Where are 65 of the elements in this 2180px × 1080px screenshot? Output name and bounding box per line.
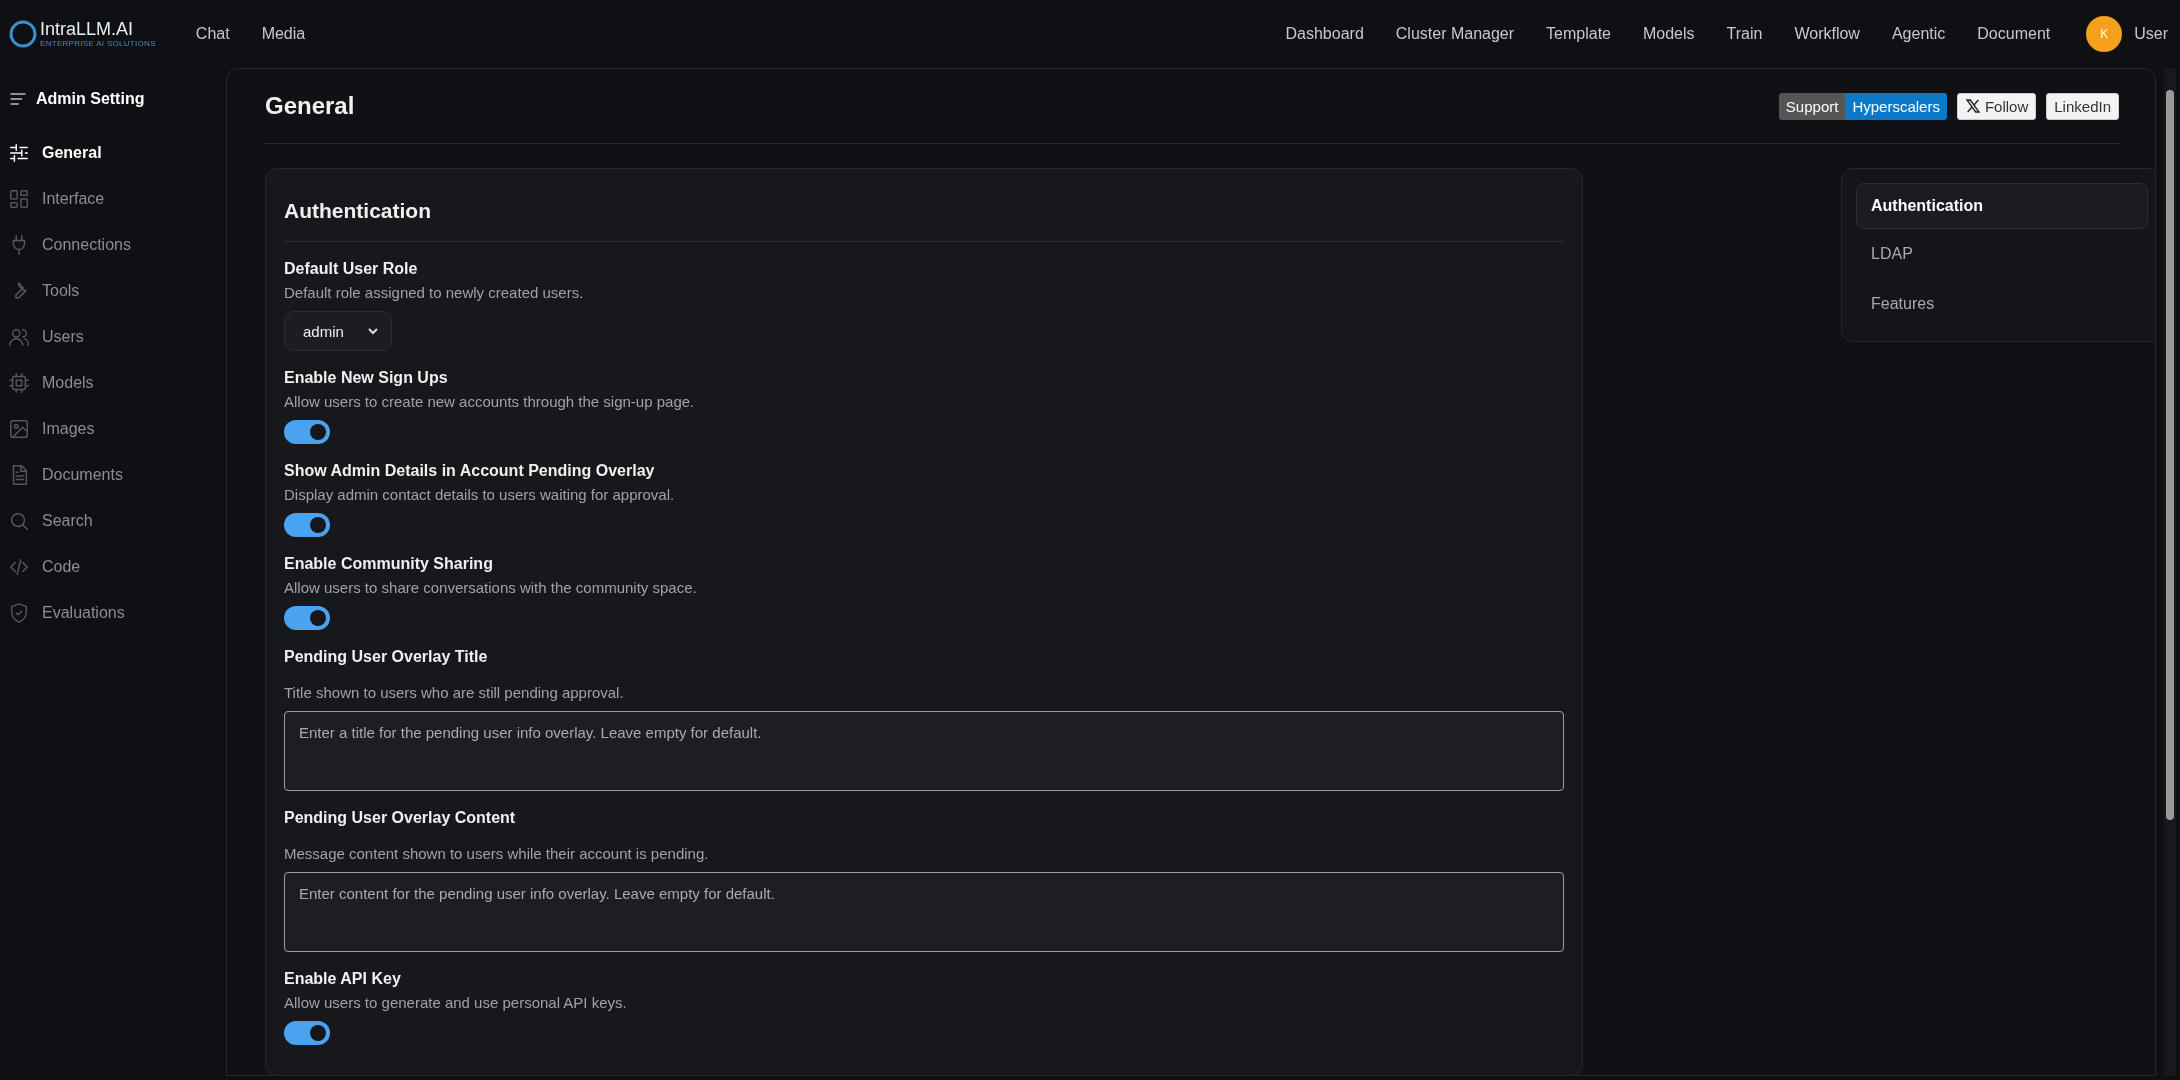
- sidebar-item[interactable]: Search: [8, 498, 226, 544]
- x-logo-icon: [1964, 98, 1981, 114]
- logo-ring-icon: [8, 19, 38, 49]
- sidebar-title: Admin Setting: [36, 90, 145, 108]
- nav-link[interactable]: Media: [261, 25, 306, 43]
- nav-link[interactable]: Cluster Manager: [1395, 25, 1515, 43]
- brand-name: IntraLLM.AI: [40, 20, 135, 38]
- sidebar-item[interactable]: Models: [8, 360, 226, 406]
- section-nav-item[interactable]: Authentication: [1856, 183, 2148, 229]
- search-icon: [8, 510, 30, 532]
- section-title: Authentication: [284, 169, 1564, 242]
- setting-description: Message content shown to users while their account is pending.: [284, 845, 710, 862]
- page-title: General: [265, 92, 355, 120]
- grid-icon: [8, 188, 30, 210]
- setting-description: Display admin contact details to users waiting for approval.: [284, 486, 676, 503]
- image-icon: [8, 418, 30, 440]
- setting-label: Pending User Overlay Content: [284, 809, 517, 827]
- scrollbar[interactable]: [2164, 68, 2176, 1076]
- shield-icon: [8, 602, 30, 624]
- text-area[interactable]: Enter content for the pending user info overlay. Leave empty for default.: [284, 872, 1564, 952]
- sidebar-item[interactable]: Interface: [8, 176, 226, 222]
- toggle-switch[interactable]: [284, 513, 330, 537]
- linkedin-button[interactable]: LinkedIn: [2046, 92, 2119, 120]
- nav-link[interactable]: Agentic: [1891, 25, 1946, 43]
- setting-description: Default role assigned to newly created users.: [284, 284, 585, 301]
- section-nav-item[interactable]: Features: [1856, 279, 2148, 329]
- follow-button[interactable]: Follow: [1956, 92, 2037, 120]
- nav-link[interactable]: Models: [1643, 25, 1695, 43]
- nav-link[interactable]: Document: [1977, 25, 2051, 43]
- setting-label: Enable API Key: [284, 970, 402, 988]
- sliders-icon: [8, 142, 30, 164]
- sidebar-item[interactable]: Images: [8, 406, 226, 452]
- nav-link[interactable]: Chat: [195, 25, 230, 43]
- chevron-down-icon: [367, 325, 379, 337]
- sidebar-item[interactable]: Code: [8, 544, 226, 590]
- setting-description: Allow users to create new accounts through the sign-up page.: [284, 393, 696, 410]
- nav-link[interactable]: Train: [1726, 25, 1763, 43]
- sidebar-item[interactable]: Connections: [8, 222, 226, 268]
- setting-description: Allow users to generate and use personal API keys.: [284, 994, 628, 1011]
- setting-label: Pending User Overlay Title: [284, 648, 489, 666]
- user-name[interactable]: User: [2134, 25, 2168, 43]
- setting-label: Enable New Sign Ups: [284, 369, 449, 387]
- toggle-switch[interactable]: [284, 1021, 330, 1045]
- setting-description: Title shown to users who are still pending approval.: [284, 684, 625, 701]
- setting-label: Enable Community Sharing: [284, 555, 494, 573]
- nav-link[interactable]: Dashboard: [1285, 25, 1364, 43]
- sidebar-item[interactable]: Users: [8, 314, 226, 360]
- setting-description: Allow users to share conversations with the community space.: [284, 579, 698, 596]
- chip-icon: [8, 372, 30, 394]
- sidebar-item[interactable]: Evaluations: [8, 590, 226, 636]
- code-icon: [8, 556, 30, 578]
- users-icon: [8, 326, 30, 348]
- toggle-switch[interactable]: [284, 606, 330, 630]
- nav-link[interactable]: Workflow: [1794, 25, 1860, 43]
- setting-label: Show Admin Details in Account Pending Overlay: [284, 462, 656, 480]
- sidebar-item[interactable]: Tools: [8, 268, 226, 314]
- brand-tagline: ENTERPRISE AI SOLUTIONS: [40, 40, 156, 48]
- section-nav-item[interactable]: LDAP: [1856, 229, 2148, 279]
- sidebar-item[interactable]: Documents: [8, 452, 226, 498]
- sidebar-item[interactable]: General: [8, 130, 226, 176]
- role-select[interactable]: admin: [284, 311, 392, 351]
- toggle-switch[interactable]: [284, 420, 330, 444]
- nav-link[interactable]: Template: [1546, 25, 1611, 43]
- setting-label: Default User Role: [284, 260, 419, 278]
- text-area[interactable]: Enter a title for the pending user info overlay. Leave empty for default.: [284, 711, 1564, 791]
